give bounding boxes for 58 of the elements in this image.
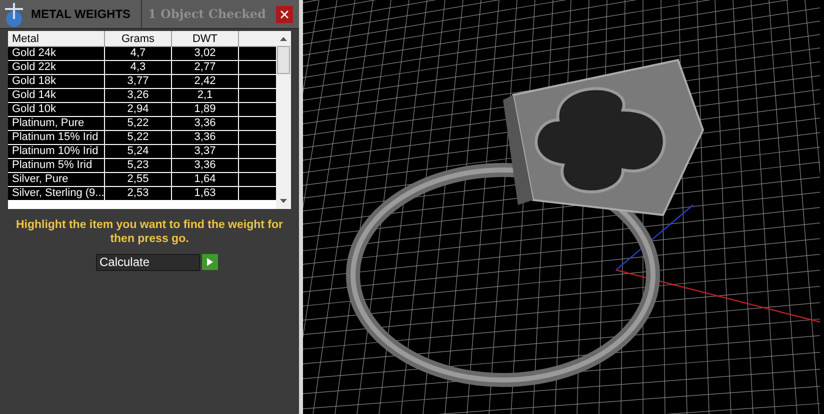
table-cell: Platinum, Pure — [8, 117, 105, 130]
panel-title: METAL WEIGHTS — [31, 6, 132, 23]
table-cell: 3,36 — [172, 131, 239, 144]
table-row[interactable]: Gold 24k 4,7 3,02 — [8, 47, 276, 61]
go-button[interactable] — [202, 254, 218, 270]
table-row[interactable]: Silver, Sterling (9... 2,53 1,63 — [8, 187, 276, 201]
calculate-dropdown[interactable]: Calculate — [96, 254, 200, 271]
table-cell: Gold 10k — [8, 103, 105, 116]
table-row[interactable]: Platinum 10% Irid 5,24 3,37 — [8, 145, 276, 159]
instruction-text: Highlight the item you want to find the weight for then press go. — [14, 218, 284, 246]
column-header[interactable]: DWT — [172, 31, 239, 46]
scroll-up-icon — [280, 37, 287, 41]
table-cell: 5,22 — [105, 131, 172, 144]
table-cell: Platinum 5% Irid — [8, 159, 105, 172]
table-cell: Silver, Pure — [8, 173, 105, 186]
table-cell: 2,42 — [172, 75, 239, 88]
table-cell: 5,22 — [105, 117, 172, 130]
table-row[interactable]: Gold 10k 2,94 1,89 — [8, 103, 276, 117]
table-cell: Gold 14k — [8, 89, 105, 102]
table-cell: 2,94 — [105, 103, 172, 116]
table-cell: 1,63 — [172, 187, 239, 200]
table-cell: 2,77 — [172, 61, 239, 74]
table-row[interactable]: Platinum 5% Irid 5,23 3,36 — [8, 159, 276, 173]
table-cell: Gold 24k — [8, 47, 105, 60]
table-cell: 2,53 — [105, 187, 172, 200]
table-cell: 2,1 — [172, 89, 239, 102]
column-header[interactable]: Grams — [105, 31, 172, 46]
close-icon — [280, 10, 289, 18]
table-cell: 5,24 — [105, 145, 172, 158]
table-cell: 1,89 — [172, 103, 239, 116]
table-cell: Gold 22k — [8, 61, 105, 74]
table-cell: Gold 18k — [8, 75, 105, 88]
close-button[interactable] — [276, 6, 293, 22]
table-row[interactable]: Platinum, Pure 5,22 3,36 — [8, 117, 276, 131]
table-cell: 3,77 — [105, 75, 172, 88]
table-row[interactable]: Gold 22k 4,3 2,77 — [8, 61, 276, 75]
play-icon — [206, 258, 212, 266]
table-cell: 3,36 — [172, 159, 239, 172]
table-cell: 3,37 — [172, 145, 239, 158]
table-row[interactable]: Gold 14k 3,26 2,1 — [8, 89, 276, 103]
table-row[interactable]: Gold 18k 3,77 2,42 — [8, 75, 276, 89]
scrollbar[interactable] — [276, 31, 291, 209]
table-cell: 3,26 — [105, 89, 172, 102]
table-cell: 3,02 — [172, 47, 239, 60]
table-cell: 1,64 — [172, 173, 239, 186]
table-cell: Silver, Sterling (9... — [8, 187, 105, 200]
table-cell: 4,7 — [105, 47, 172, 60]
table-row[interactable]: Silver, Pure 2,55 1,64 — [8, 173, 276, 187]
table-cell: 3,36 — [172, 117, 239, 130]
scroll-thumb[interactable] — [277, 46, 290, 74]
table-cell: Platinum 10% Irid — [8, 145, 105, 158]
table-cell: 5,23 — [105, 159, 172, 172]
table-row[interactable]: Platinum 15% Irid 5,22 3,36 — [8, 131, 276, 145]
scroll-down-icon — [280, 199, 287, 203]
table-cell: 4,3 — [105, 61, 172, 74]
table-cell: 2,55 — [105, 173, 172, 186]
column-header[interactable]: Metal — [8, 31, 105, 46]
table-cell: Platinum 15% Irid — [8, 131, 105, 144]
